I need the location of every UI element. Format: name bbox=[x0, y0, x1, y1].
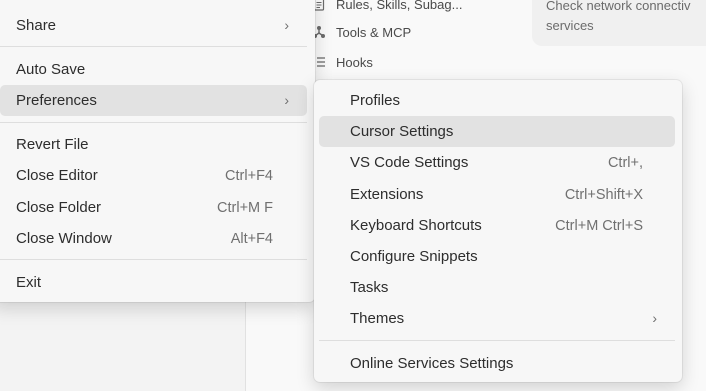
nav-item-label: Tools & MCP bbox=[336, 24, 412, 40]
menu-item-label: Revert File bbox=[16, 136, 89, 153]
menu-item-close-window[interactable]: Close Window Alt+F4 bbox=[0, 223, 307, 254]
chevron-right-icon: › bbox=[284, 92, 289, 108]
menu-item-label: Exit bbox=[16, 274, 42, 291]
menu-item-label: Auto Save bbox=[16, 61, 86, 78]
file-menu: Share › Auto Save Preferences › Revert F… bbox=[0, 0, 315, 302]
menu-item-keyboard-shortcuts[interactable]: Keyboard Shortcuts Ctrl+M Ctrl+S bbox=[319, 210, 675, 241]
menu-item-tasks[interactable]: Tasks bbox=[319, 272, 675, 303]
preferences-submenu: Profiles Cursor Settings VS Code Setting… bbox=[314, 80, 682, 382]
menu-item-share[interactable]: Share › bbox=[0, 10, 307, 41]
nav-item-rules[interactable]: Rules, Skills, Subag... bbox=[312, 0, 462, 15]
shortcut-label: Ctrl+F4 bbox=[225, 167, 273, 184]
shortcut-label: Ctrl+Shift+X bbox=[564, 186, 643, 203]
menu-item-label: Preferences bbox=[16, 92, 97, 109]
menu-item-profiles[interactable]: Profiles bbox=[319, 85, 675, 116]
menu-item-themes[interactable]: Themes › bbox=[319, 303, 675, 334]
status-card-text: Check network connectiv services bbox=[546, 0, 691, 33]
menu-item-cursor-settings[interactable]: Cursor Settings bbox=[319, 116, 675, 147]
shortcut-label: Ctrl+M F bbox=[217, 199, 273, 216]
menu-item-extensions[interactable]: Extensions Ctrl+Shift+X bbox=[319, 179, 675, 210]
nav-item-label: Rules, Skills, Subag... bbox=[336, 0, 463, 12]
nav-item-tools-mcp[interactable]: Tools & MCP bbox=[312, 21, 411, 43]
menu-item-label: Extensions bbox=[350, 186, 424, 203]
shortcut-label: Alt+F4 bbox=[230, 230, 273, 247]
nav-item-hooks[interactable]: Hooks bbox=[312, 51, 373, 73]
menu-item-exit[interactable]: Exit bbox=[0, 267, 307, 298]
menu-item-label: Share bbox=[16, 17, 57, 34]
menu-separator bbox=[319, 340, 675, 341]
chevron-right-icon: › bbox=[652, 310, 657, 326]
menu-item-close-folder[interactable]: Close Folder Ctrl+M F bbox=[0, 192, 307, 223]
menu-item-close-editor[interactable]: Close Editor Ctrl+F4 bbox=[0, 160, 307, 191]
menu-item-label: Close Editor bbox=[16, 167, 98, 184]
menu-item-label: Close Folder bbox=[16, 199, 102, 216]
menu-item-label: Online Services Settings bbox=[350, 355, 514, 372]
menu-item-auto-save[interactable]: Auto Save bbox=[0, 54, 307, 85]
menu-item-label: Profiles bbox=[350, 92, 401, 109]
menu-item-label: Configure Snippets bbox=[350, 248, 478, 265]
menu-item-label: Keyboard Shortcuts bbox=[350, 217, 482, 234]
menu-item-label: Close Window bbox=[16, 230, 112, 247]
menu-separator bbox=[0, 122, 307, 123]
menu-item-revert-file[interactable]: Revert File bbox=[0, 129, 307, 160]
chevron-right-icon: › bbox=[284, 17, 289, 33]
menu-item-online-services-settings[interactable]: Online Services Settings bbox=[319, 348, 675, 379]
menu-separator bbox=[0, 46, 307, 47]
menu-item-configure-snippets[interactable]: Configure Snippets bbox=[319, 241, 675, 272]
menu-item-label: VS Code Settings bbox=[350, 154, 469, 171]
shortcut-label: Ctrl+M Ctrl+S bbox=[555, 217, 643, 234]
menu-item-label: Cursor Settings bbox=[350, 123, 454, 140]
menu-item-label: Tasks bbox=[350, 279, 389, 296]
status-card: Check network connectiv services bbox=[532, 0, 706, 46]
menu-item-vscode-settings[interactable]: VS Code Settings Ctrl+, bbox=[319, 147, 675, 178]
nav-item-label: Hooks bbox=[336, 54, 373, 70]
menu-item-label: Themes bbox=[350, 310, 405, 327]
menu-item-preferences[interactable]: Preferences › bbox=[0, 85, 307, 116]
menu-separator bbox=[0, 259, 307, 260]
shortcut-label: Ctrl+, bbox=[607, 154, 643, 171]
